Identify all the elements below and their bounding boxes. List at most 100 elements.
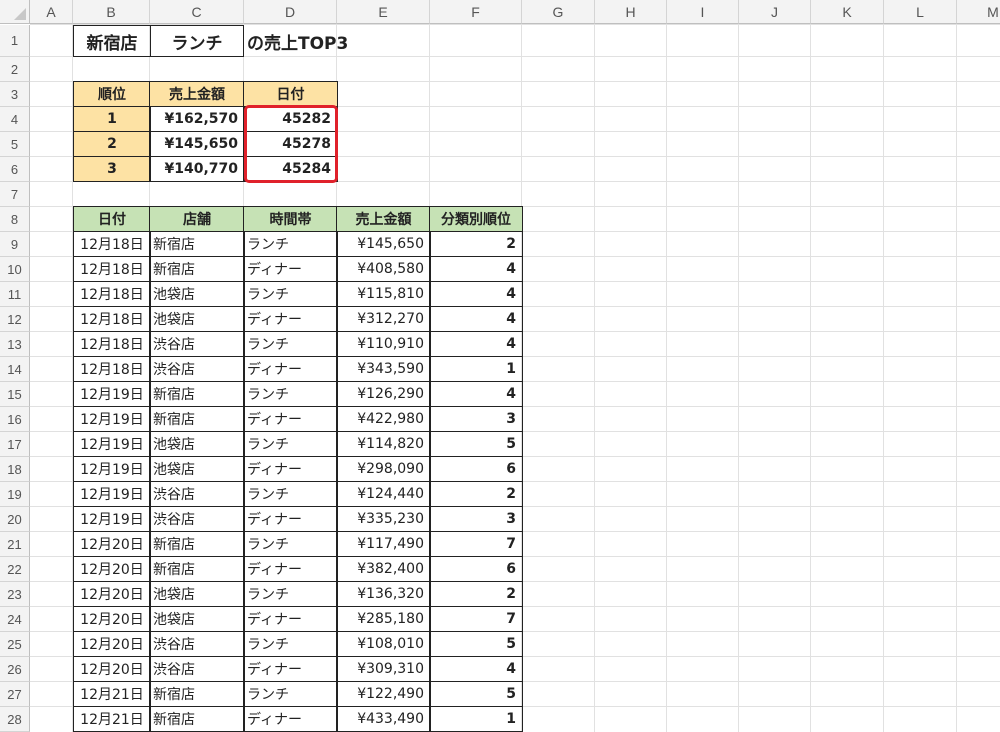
sales-cell[interactable]: 12月20日 [73,606,151,632]
column-header-f[interactable]: F [430,0,522,24]
row-header-3[interactable]: 3 [0,82,30,107]
sales-cell[interactable]: 渋谷店 [149,331,245,357]
sales-cell[interactable]: 池袋店 [149,456,245,482]
row-header-14[interactable]: 14 [0,357,30,382]
sales-cell[interactable]: 2 [429,581,523,607]
top3-cell[interactable]: ¥162,570 [149,106,245,132]
sales-cell[interactable]: 渋谷店 [149,631,245,657]
row-header-7[interactable]: 7 [0,182,30,207]
sales-cell[interactable]: 4 [429,331,523,357]
sales-cell[interactable]: 新宿店 [149,531,245,557]
sales-cell[interactable]: ランチ [243,231,338,257]
row-header-4[interactable]: 4 [0,107,30,132]
sales-cell[interactable]: ディナー [243,406,338,432]
sales-cell[interactable]: 12月21日 [73,706,151,732]
sales-cell[interactable]: 4 [429,281,523,307]
column-header-e[interactable]: E [337,0,430,24]
sales-cell[interactable]: 新宿店 [149,556,245,582]
sales-cell[interactable]: 新宿店 [149,406,245,432]
row-header-27[interactable]: 27 [0,682,30,707]
top3-cell[interactable]: ¥145,650 [149,131,245,157]
sales-cell[interactable]: ¥117,490 [336,531,431,557]
sales-cell[interactable]: 12月19日 [73,506,151,532]
sales-cell[interactable]: 12月20日 [73,531,151,557]
sales-cell[interactable]: 1 [429,356,523,382]
row-header-25[interactable]: 25 [0,632,30,657]
sales-cell[interactable]: 7 [429,606,523,632]
sales-cell[interactable]: 渋谷店 [149,356,245,382]
row-header-1[interactable]: 1 [0,25,30,57]
row-header-24[interactable]: 24 [0,607,30,632]
sales-cell[interactable]: ディナー [243,456,338,482]
sales-cell[interactable]: ¥124,440 [336,481,431,507]
sales-cell[interactable]: 12月18日 [73,306,151,332]
sales-cell[interactable]: ¥136,320 [336,581,431,607]
column-header-a[interactable]: A [30,0,73,24]
title-store-cell[interactable]: 新宿店 [73,25,151,57]
sales-cell[interactable]: 12月18日 [73,356,151,382]
sales-cell[interactable]: ¥408,580 [336,256,431,282]
sales-cell[interactable]: 4 [429,306,523,332]
sales-cell[interactable]: 12月18日 [73,231,151,257]
sales-cell[interactable]: 池袋店 [149,281,245,307]
sales-cell[interactable]: ランチ [243,281,338,307]
column-header-d[interactable]: D [244,0,337,24]
title-period-cell[interactable]: ランチ [150,25,244,57]
sales-cell[interactable]: 新宿店 [149,231,245,257]
sales-cell[interactable]: 2 [429,481,523,507]
row-header-8[interactable]: 8 [0,207,30,232]
row-header-21[interactable]: 21 [0,532,30,557]
sales-cell[interactable]: ディナー [243,306,338,332]
top3-header-cell[interactable]: 売上金額 [149,81,245,107]
row-header-12[interactable]: 12 [0,307,30,332]
row-header-23[interactable]: 23 [0,582,30,607]
sales-cell[interactable]: 7 [429,531,523,557]
sales-cell[interactable]: ディナー [243,506,338,532]
sales-cell[interactable]: ¥382,400 [336,556,431,582]
sales-cell[interactable]: ¥422,980 [336,406,431,432]
sales-cell[interactable]: ¥298,090 [336,456,431,482]
sales-cell[interactable]: ¥115,810 [336,281,431,307]
row-header-18[interactable]: 18 [0,457,30,482]
column-header-g[interactable]: G [522,0,595,24]
title-suffix-cell[interactable]: の売上TOP3 [244,25,430,57]
sales-cell[interactable]: ¥309,310 [336,656,431,682]
column-header-b[interactable]: B [73,0,150,24]
sales-cell[interactable]: 12月20日 [73,656,151,682]
sales-cell[interactable]: ¥126,290 [336,381,431,407]
sales-header-cell[interactable]: 分類別順位 [429,206,523,232]
sales-cell[interactable]: 6 [429,456,523,482]
top3-header-cell[interactable]: 日付 [243,81,338,107]
sales-cell[interactable]: 6 [429,556,523,582]
sales-cell[interactable]: 12月19日 [73,481,151,507]
sales-cell[interactable]: 12月19日 [73,381,151,407]
row-header-2[interactable]: 2 [0,57,30,82]
sales-cell[interactable]: 渋谷店 [149,481,245,507]
column-header-h[interactable]: H [595,0,667,24]
sales-header-cell[interactable]: 店舗 [149,206,245,232]
sales-cell[interactable]: 新宿店 [149,381,245,407]
sales-cell[interactable]: 12月20日 [73,556,151,582]
top3-cell[interactable]: 45282 [243,106,338,132]
sales-cell[interactable]: 5 [429,431,523,457]
sales-cell[interactable]: 池袋店 [149,606,245,632]
sales-cell[interactable]: 12月19日 [73,406,151,432]
sales-cell[interactable]: ランチ [243,581,338,607]
column-header-m[interactable]: M [957,0,1000,24]
column-header-c[interactable]: C [150,0,244,24]
sales-cell[interactable]: 12月21日 [73,681,151,707]
sales-cell[interactable]: ランチ [243,481,338,507]
row-header-26[interactable]: 26 [0,657,30,682]
sales-cell[interactable]: 3 [429,406,523,432]
row-header-13[interactable]: 13 [0,332,30,357]
sales-cell[interactable]: ¥122,490 [336,681,431,707]
row-header-6[interactable]: 6 [0,157,30,182]
sales-cell[interactable]: ¥312,270 [336,306,431,332]
top3-cell[interactable]: 2 [73,131,151,157]
sales-cell[interactable]: ディナー [243,256,338,282]
sales-cell[interactable]: 池袋店 [149,306,245,332]
row-header-17[interactable]: 17 [0,432,30,457]
sales-cell[interactable]: 12月19日 [73,456,151,482]
column-header-j[interactable]: J [739,0,811,24]
row-header-28[interactable]: 28 [0,707,30,732]
